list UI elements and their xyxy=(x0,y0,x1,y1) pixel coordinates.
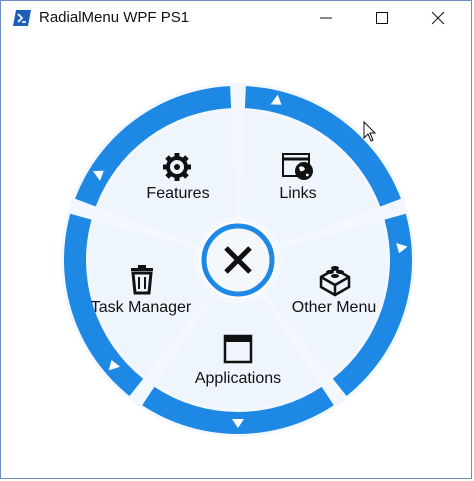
menu-item-label-features: Features xyxy=(146,185,209,202)
menu-item-label-task-manager: Task Manager xyxy=(91,299,192,316)
gear-icon xyxy=(163,153,191,181)
menu-item-label-other-menu: Other Menu xyxy=(292,299,376,316)
app-window: RadialMenu WPF PS1 Features Links Task M… xyxy=(0,0,472,479)
menu-item-label-applications: Applications xyxy=(195,370,281,387)
radial-menu: Features Links Task Manager Other Menu A… xyxy=(61,83,415,437)
radial-center-close-button[interactable] xyxy=(199,221,277,299)
menu-item-label-links: Links xyxy=(279,185,316,202)
